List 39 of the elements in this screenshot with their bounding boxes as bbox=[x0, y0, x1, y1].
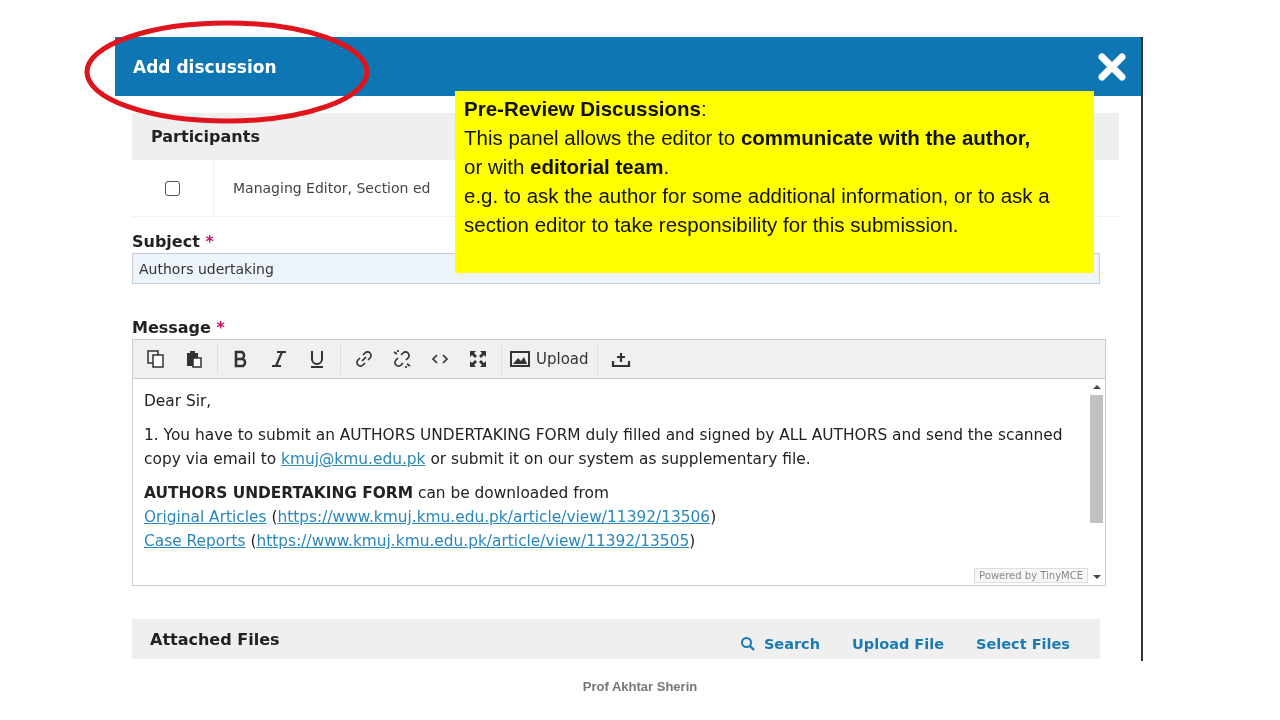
action-link[interactable]: Select Files bbox=[970, 636, 1076, 652]
close-button[interactable] bbox=[1097, 51, 1127, 82]
link[interactable]: https://www.kmuj.kmu.edu.pk/article/view/11392/13505 bbox=[256, 532, 690, 550]
bold-icon bbox=[233, 349, 249, 369]
callout-text: e.g. to ask the author for some additional information, or to ask a section editor to take responsibility for this submission. bbox=[464, 183, 1050, 238]
dialog-title: Add discussion bbox=[133, 56, 277, 77]
copy-icon bbox=[146, 349, 166, 369]
image-icon bbox=[510, 351, 530, 367]
field-label: Message * bbox=[132, 318, 226, 337]
expand-icon bbox=[468, 349, 488, 369]
upload-button[interactable]: Upload bbox=[506, 343, 593, 375]
clipboard-icon bbox=[184, 349, 204, 369]
scroll-down-icon[interactable] bbox=[1091, 573, 1102, 581]
slide-footer: Prof Akhtar Sherin bbox=[582, 679, 698, 694]
action-link[interactable]: Search bbox=[733, 636, 827, 652]
link-icon bbox=[354, 349, 374, 369]
checkbox[interactable] bbox=[165, 180, 180, 196]
link[interactable]: https://www.kmuj.kmu.edu.pk/article/view/11392/13506 bbox=[277, 508, 711, 526]
field-label: Subject * bbox=[132, 232, 215, 251]
callout-text: Pre-Review Discussions: bbox=[464, 96, 708, 122]
italic-icon bbox=[271, 349, 287, 369]
link[interactable]: Case Reports bbox=[144, 532, 246, 550]
action-link[interactable]: Upload File bbox=[846, 636, 951, 652]
underline-icon bbox=[309, 349, 325, 369]
section-title: Participants bbox=[151, 127, 260, 146]
link[interactable]: kmuj@kmu.edu.pk bbox=[281, 450, 426, 468]
scrollbar-thumb[interactable] bbox=[1090, 395, 1103, 523]
message-paragraph: AUTHORS UNDERTAKING FORM can be downloaded from Original Articles (https://www.kmuj.kmu.edu.pk/article/view/11392/13506) Case Reports (https://www.kmuj.kmu.edu.pk/article/view/11392/13505) bbox=[144, 483, 718, 552]
participant-label: Managing Editor, Section ed bbox=[233, 180, 431, 196]
powered-by-label: Powered by TinyMCE bbox=[974, 568, 1088, 583]
link[interactable]: Original Articles bbox=[144, 508, 267, 526]
message-paragraph: Dear Sir, bbox=[144, 391, 213, 412]
callout-text: This panel allows the editor to communicate with the author, or with editorial team. bbox=[464, 125, 1032, 180]
section-title: Attached Files bbox=[150, 629, 280, 649]
broken-link-icon bbox=[392, 349, 412, 369]
search-icon bbox=[739, 636, 756, 652]
message-paragraph: 1. You have to submit an AUTHORS UNDERTAKING FORM duly filled and signed by ALL AUTHORS and send the scanned copy via email to kmuj@kmu.edu.pk or submit it on our system as supplementary file. bbox=[144, 425, 1064, 470]
scroll-up-icon[interactable] bbox=[1091, 383, 1102, 391]
close-icon bbox=[1097, 51, 1127, 82]
